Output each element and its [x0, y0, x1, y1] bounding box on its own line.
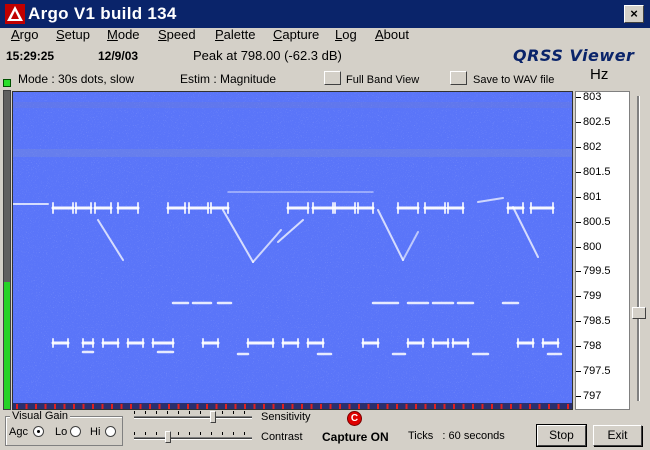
capture-status: Capture ON [322, 430, 389, 444]
scale-label: 802.5 [583, 115, 611, 128]
scale-label: 800 [583, 240, 602, 253]
exit-button[interactable]: Exit [593, 425, 642, 446]
menu-mode[interactable]: Mode [107, 26, 140, 44]
sensitivity-ticks [134, 411, 252, 414]
current-date: 12/9/03 [98, 49, 139, 63]
sensitivity-track[interactable] [134, 416, 252, 419]
scale-label: 802 [583, 140, 602, 153]
capture-indicator: C [347, 411, 362, 426]
menu-palette[interactable]: Palette [215, 26, 255, 44]
units-label: Hz [590, 66, 609, 83]
contrast-slider-thumb[interactable] [165, 431, 172, 443]
close-button[interactable]: × [624, 5, 644, 23]
menu-speed[interactable]: Speed [158, 26, 196, 44]
spectrogram-display[interactable] [12, 91, 573, 410]
contrast-label: Contrast [261, 431, 303, 443]
scale-label: 801 [583, 190, 602, 203]
freq-scroll-thumb[interactable] [632, 307, 646, 319]
visual-gain-label: Visual Gain [10, 410, 71, 422]
freq-scroll-track[interactable] [637, 96, 640, 401]
scale-tick [576, 246, 581, 248]
signal-led [3, 79, 11, 87]
scale-label: 798 [583, 340, 602, 353]
menu-argo[interactable]: Argo [11, 26, 38, 44]
scale-tick [576, 221, 581, 223]
scale-tick [576, 371, 581, 373]
menu-setup[interactable]: Setup [56, 26, 90, 44]
scale-label: 800.5 [583, 215, 611, 228]
scale-label: 797.5 [583, 365, 611, 378]
scale-label: 803 [583, 91, 602, 103]
menu-about[interactable]: About [375, 26, 409, 44]
scale-label: 801.5 [583, 165, 611, 178]
scale-tick [576, 146, 581, 148]
sensitivity-slider-thumb[interactable] [210, 411, 217, 423]
sensitivity-label: Sensitivity [261, 411, 311, 423]
scale-tick [576, 296, 581, 298]
contrast-track[interactable] [134, 437, 252, 440]
scale-label: 798.5 [583, 315, 611, 328]
ticks-readout: Ticks : 60 seconds [408, 430, 505, 442]
scale-tick [576, 396, 581, 398]
scale-tick [576, 196, 581, 198]
clock-time: 15:29:25 [6, 49, 55, 63]
scale-label: 797 [583, 390, 602, 403]
menu-bar: Argo Setup Mode Speed Palette Capture Lo… [0, 26, 650, 44]
scale-tick [576, 96, 581, 98]
scale-tick [576, 271, 581, 273]
menu-log[interactable]: Log [335, 26, 357, 44]
scale-tick [576, 321, 581, 323]
mode-readout: Mode : 30s dots, slow [18, 72, 135, 86]
hi-label: Hi [90, 426, 101, 438]
estim-readout: Estim : Magnitude [180, 72, 277, 86]
scale-tick [576, 171, 581, 173]
scale-tick [576, 121, 581, 123]
title-bar[interactable]: Argo V1 build 134 × [0, 0, 650, 28]
save-wav-button[interactable] [450, 71, 467, 85]
viewer-title: QRSS Viewer [513, 46, 635, 65]
lo-radio[interactable] [70, 426, 81, 437]
hi-radio[interactable] [105, 426, 116, 437]
peak-readout: Peak at 798.00 (-62.3 dB) [193, 48, 342, 63]
stop-button[interactable]: Stop [536, 424, 587, 447]
agc-label: Agc [9, 426, 28, 438]
full-band-view-button[interactable] [324, 71, 341, 85]
contrast-ticks [134, 432, 252, 435]
spectrogram-waterfall [13, 92, 572, 409]
save-wav-label: Save to WAV file [473, 74, 555, 86]
scale-label: 799 [583, 290, 602, 303]
scale-label: 799.5 [583, 265, 611, 278]
scale-tick [576, 346, 581, 348]
full-band-view-label: Full Band View [346, 74, 420, 86]
lo-label: Lo [55, 426, 68, 438]
argo-app-icon[interactable] [5, 4, 25, 24]
agc-radio[interactable] [33, 426, 44, 437]
signal-level-fill [4, 281, 10, 409]
window-title: Argo V1 build 134 [28, 4, 177, 23]
signal-level-bar [3, 90, 11, 410]
menu-capture[interactable]: Capture [273, 26, 319, 44]
frequency-scale: 803 802.5 802 801.5 801 800.5 800 799.5 799 798.5… [575, 91, 630, 410]
